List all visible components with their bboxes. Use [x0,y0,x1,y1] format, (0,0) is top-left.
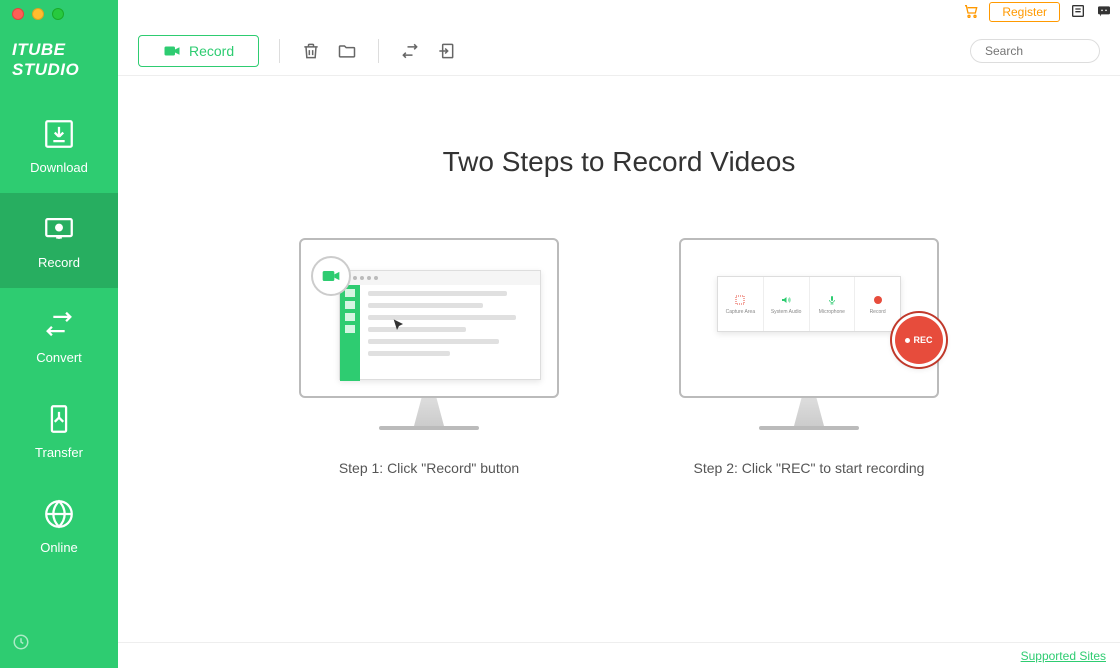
step-label: Step 2: Click "REC" to start recording [694,460,925,476]
rec-button-icon: REC [895,316,943,364]
step-label: Step 1: Click "Record" button [339,460,519,476]
search-input[interactable] [970,39,1100,63]
download-icon [41,116,77,152]
page-title: Two Steps to Record Videos [443,146,796,178]
convert-icon [41,306,77,342]
footer: Supported Sites [118,642,1120,668]
supported-sites-link[interactable]: Supported Sites [1021,649,1106,663]
window-controls [12,8,64,20]
history-icon[interactable] [0,621,118,668]
monitor-illustration: Capture Area System Audio Microphone [679,238,939,430]
record-button-label: Record [189,43,234,59]
folder-icon[interactable] [336,40,358,62]
sidebar-item-label: Transfer [35,445,83,460]
minimize-window-icon[interactable] [32,8,44,20]
cursor-icon [391,318,407,334]
maximize-window-icon[interactable] [52,8,64,20]
record-button[interactable]: Record [138,35,259,67]
top-header: Register [963,2,1112,22]
cart-icon[interactable] [963,3,979,22]
feedback-icon[interactable] [1096,3,1112,22]
record-icon [41,211,77,247]
camera-icon [163,44,181,58]
sidebar-item-label: Record [38,255,80,270]
sidebar-item-download[interactable]: Download [0,98,118,193]
close-window-icon[interactable] [12,8,24,20]
register-button[interactable]: Register [989,2,1060,22]
export-icon[interactable] [435,40,457,62]
step-2: Capture Area System Audio Microphone [679,238,939,476]
divider [378,39,379,63]
globe-icon [41,496,77,532]
sidebar-item-transfer[interactable]: Transfer [0,383,118,478]
toolbar: Record [118,26,1120,76]
main-content: Two Steps to Record Videos [118,76,1120,642]
transfer-icon [41,401,77,437]
sidebar-item-label: Convert [36,350,82,365]
sidebar-item-online[interactable]: Online [0,478,118,573]
step-1: Step 1: Click "Record" button [299,238,559,476]
sidebar-item-label: Online [40,540,78,555]
sidebar: ITUBE STUDIO Download Record Convert Tra… [0,0,118,668]
steps-container: Step 1: Click "Record" button Capture Ar… [168,238,1070,476]
monitor-illustration [299,238,559,430]
menu-icon[interactable] [1070,3,1086,22]
trash-icon[interactable] [300,40,322,62]
divider [279,39,280,63]
sidebar-item-record[interactable]: Record [0,193,118,288]
sidebar-item-label: Download [30,160,88,175]
camera-bubble-icon [311,256,351,296]
sidebar-item-convert[interactable]: Convert [0,288,118,383]
refresh-icon[interactable] [399,40,421,62]
